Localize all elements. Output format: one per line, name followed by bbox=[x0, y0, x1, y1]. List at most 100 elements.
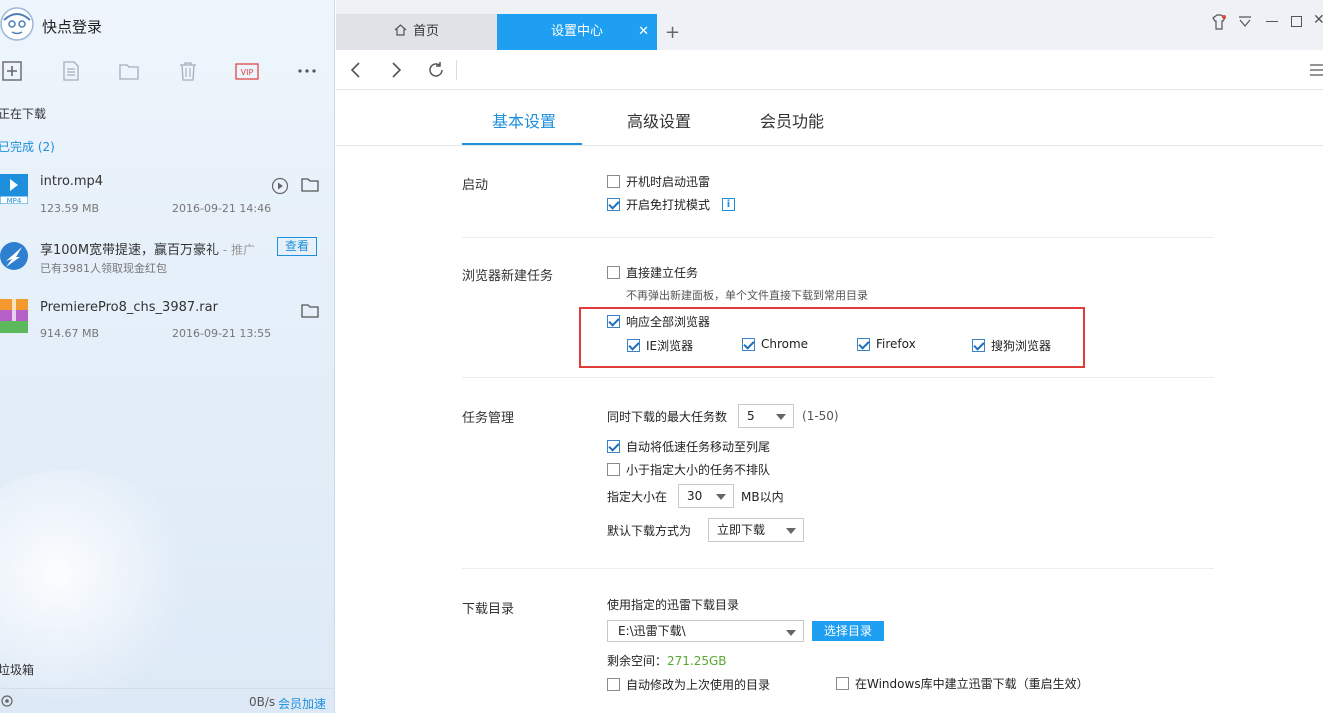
respond-all-browsers-option[interactable]: 响应全部浏览器 bbox=[607, 313, 710, 330]
auto-last-dir-option[interactable]: 自动修改为上次使用的目录 bbox=[607, 676, 770, 693]
nav-divider bbox=[456, 60, 457, 80]
tab-settings[interactable]: 设置中心 ✕ bbox=[497, 14, 657, 50]
no-queue-checkbox[interactable] bbox=[607, 463, 620, 476]
startup-on-boot-checkbox[interactable] bbox=[607, 175, 620, 188]
close-window-icon[interactable]: ✕ bbox=[1313, 12, 1323, 28]
max-tasks-row: 同时下载的最大任务数 5 (1-50) bbox=[607, 404, 839, 428]
max-tasks-range: (1-50) bbox=[802, 409, 839, 423]
free-space-label: 剩余空间： bbox=[607, 654, 668, 668]
avatar-icon[interactable] bbox=[0, 4, 36, 44]
open-folder-icon[interactable] bbox=[301, 303, 319, 319]
direct-task-option[interactable]: 直接建立任务 bbox=[607, 264, 698, 281]
ie-browser-option[interactable]: IE浏览器 bbox=[627, 337, 693, 354]
download-speed: 0B/s bbox=[249, 695, 276, 709]
direct-task-checkbox[interactable] bbox=[607, 266, 620, 279]
firefox-checkbox[interactable] bbox=[857, 337, 870, 351]
auto-last-dir-checkbox[interactable] bbox=[607, 678, 620, 691]
new-task-icon[interactable] bbox=[1, 60, 23, 82]
max-tasks-select[interactable]: 5 bbox=[738, 404, 795, 428]
view-button[interactable]: 查看 bbox=[277, 237, 317, 256]
free-space-value: 271.25GB bbox=[667, 653, 727, 668]
close-tab-icon[interactable]: ✕ bbox=[638, 14, 649, 50]
do-not-disturb-option[interactable]: 开启免打扰模式 i bbox=[607, 196, 736, 213]
chrome-option[interactable]: Chrome bbox=[742, 337, 808, 351]
menu-icon[interactable] bbox=[1310, 63, 1323, 77]
maximize-icon[interactable] bbox=[1291, 16, 1302, 27]
minimize-icon[interactable] bbox=[1266, 21, 1278, 22]
settings-tabs: 基本设置 高级设置 会员功能 bbox=[336, 91, 1323, 146]
move-slow-checkbox[interactable] bbox=[607, 440, 620, 453]
video-file-icon: MP4 bbox=[0, 174, 28, 204]
do-not-disturb-label: 开启免打扰模式 bbox=[626, 198, 711, 212]
trash-icon[interactable] bbox=[177, 60, 199, 82]
sogou-label: 搜狗浏览器 bbox=[991, 339, 1052, 353]
download-name: intro.mp4 bbox=[40, 174, 104, 189]
download-name: 享100M宽带提速，赢百万豪礼 - 推广 bbox=[40, 239, 255, 258]
free-space-row: 剩余空间： 271.25GB bbox=[607, 652, 727, 669]
skin-icon[interactable] bbox=[1211, 14, 1227, 30]
section-divider bbox=[462, 568, 1214, 569]
chrome-checkbox[interactable] bbox=[742, 337, 755, 351]
home-icon bbox=[394, 24, 407, 36]
dir-path-row: E:\迅雷下载\ 选择目录 bbox=[607, 620, 885, 642]
sogou-checkbox[interactable] bbox=[972, 339, 985, 352]
size-limit-label: 指定大小在 bbox=[607, 489, 668, 504]
windows-library-option[interactable]: 在Windows库中建立迅雷下载（重启生效） bbox=[836, 675, 1089, 692]
file-icon[interactable] bbox=[60, 60, 82, 82]
tab-advanced-settings[interactable]: 高级设置 bbox=[627, 108, 691, 132]
dir-path-select[interactable]: E:\迅雷下载\ bbox=[607, 620, 804, 642]
folder-icon[interactable] bbox=[118, 60, 140, 82]
windows-library-label: 在Windows库中建立迅雷下载（重启生效） bbox=[855, 677, 1089, 691]
vip-icon[interactable]: VIP bbox=[235, 60, 259, 82]
new-tab-icon[interactable]: + bbox=[665, 22, 680, 43]
direct-task-hint: 不再弹出新建面板，单个文件直接下载到常用目录 bbox=[626, 289, 868, 302]
section-divider bbox=[462, 377, 1214, 378]
tab-basic-settings[interactable]: 基本设置 bbox=[492, 108, 556, 132]
refresh-icon[interactable] bbox=[427, 61, 445, 79]
info-icon[interactable]: i bbox=[722, 198, 736, 211]
promo-subtitle: 已有3981人领取现金红包 bbox=[40, 262, 167, 275]
do-not-disturb-checkbox[interactable] bbox=[607, 198, 620, 211]
tab-home-label: 首页 bbox=[412, 24, 439, 39]
download-mode-select[interactable]: 立即下载 bbox=[708, 518, 805, 542]
play-icon[interactable] bbox=[271, 177, 289, 195]
sidebar-item-downloading[interactable]: 正在下载 bbox=[0, 105, 46, 122]
move-slow-label: 自动将低速任务移动至列尾 bbox=[626, 440, 771, 454]
size-limit-select[interactable]: 30 bbox=[678, 484, 735, 508]
tab-member-features[interactable]: 会员功能 bbox=[760, 108, 824, 132]
archive-file-icon bbox=[0, 299, 28, 333]
tab-home[interactable]: 首页 bbox=[336, 14, 497, 50]
startup-on-boot-option[interactable]: 开机时启动迅雷 bbox=[607, 173, 710, 190]
download-sidebar: 快点登录 VIP 正在下载 已完成 (2) MP4 intro.mp4 123.… bbox=[0, 0, 335, 713]
forward-icon[interactable] bbox=[390, 62, 402, 78]
more-icon[interactable] bbox=[296, 60, 318, 82]
section-dir-label: 下载目录 bbox=[462, 602, 515, 617]
chrome-label: Chrome bbox=[761, 337, 809, 351]
download-name: PremierePro8_chs_3987.rar bbox=[40, 300, 218, 315]
respond-all-browsers-label: 响应全部浏览器 bbox=[626, 315, 711, 329]
vip-accelerate-link[interactable]: 会员加速 bbox=[278, 695, 326, 712]
dropdown-menu-icon[interactable] bbox=[1238, 16, 1252, 28]
download-mode-label: 默认下载方式为 bbox=[607, 523, 692, 538]
firefox-option[interactable]: Firefox bbox=[857, 337, 916, 351]
promo-tag: - 推广 bbox=[219, 243, 255, 257]
choose-dir-button[interactable]: 选择目录 bbox=[812, 621, 885, 641]
windows-library-checkbox[interactable] bbox=[836, 677, 849, 690]
auto-last-dir-label: 自动修改为上次使用的目录 bbox=[626, 678, 771, 692]
direct-task-label: 直接建立任务 bbox=[626, 266, 699, 280]
section-tasks-label: 任务管理 bbox=[462, 411, 515, 426]
respond-all-browsers-checkbox[interactable] bbox=[607, 315, 620, 328]
sogou-option[interactable]: 搜狗浏览器 bbox=[972, 337, 1051, 354]
sidebar-item-trash[interactable]: 垃圾箱 bbox=[0, 661, 34, 678]
sidebar-item-completed[interactable]: 已完成 (2) bbox=[0, 138, 55, 155]
settings-icon[interactable] bbox=[0, 694, 14, 708]
section-startup-label: 启动 bbox=[462, 178, 489, 193]
open-folder-icon[interactable] bbox=[301, 177, 319, 193]
use-dir-label: 使用指定的迅雷下载目录 bbox=[607, 598, 740, 612]
no-queue-option[interactable]: 小于指定大小的任务不排队 bbox=[607, 461, 770, 478]
back-icon[interactable] bbox=[350, 62, 362, 78]
no-queue-label: 小于指定大小的任务不排队 bbox=[626, 463, 771, 477]
ie-browser-checkbox[interactable] bbox=[627, 339, 640, 352]
move-slow-option[interactable]: 自动将低速任务移动至列尾 bbox=[607, 438, 770, 455]
login-link[interactable]: 快点登录 bbox=[42, 16, 102, 37]
